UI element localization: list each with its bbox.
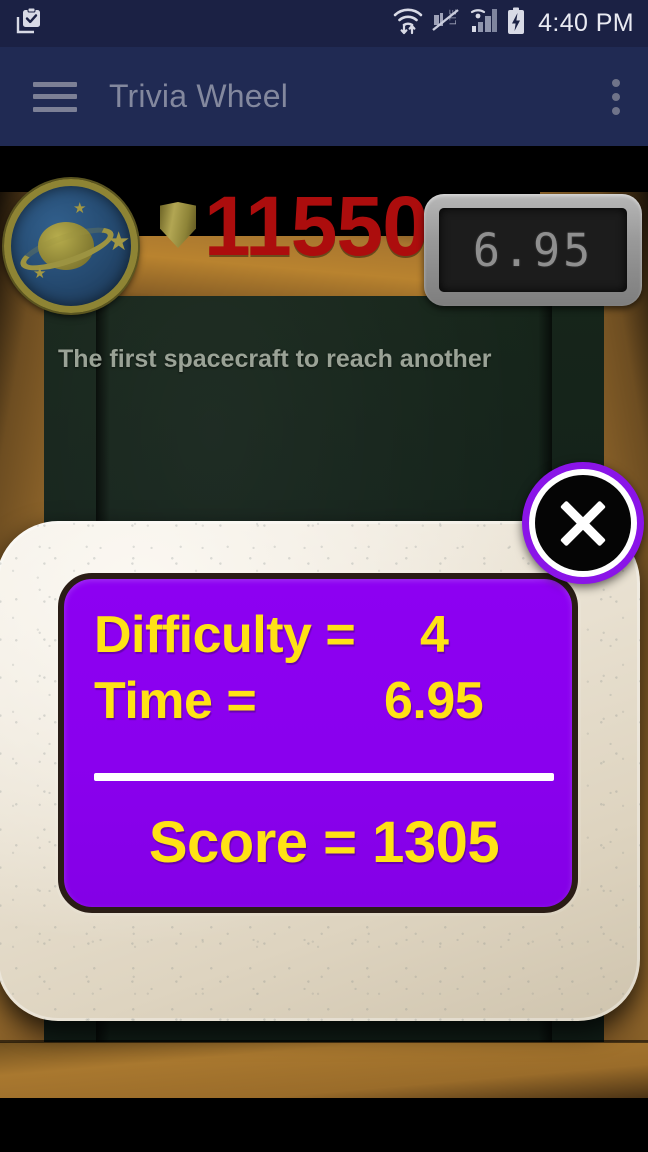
- score-result: Score = 1305: [148, 810, 500, 875]
- clipboard-check-icon: [16, 7, 42, 40]
- time-value: 6.95: [384, 672, 484, 730]
- timer-display: 6.95: [424, 194, 642, 306]
- game-background: The first spacecraft to reach another ★ …: [0, 146, 648, 1152]
- app-title: Trivia Wheel: [109, 78, 289, 114]
- result-panel: Difficulty = 4 Time = 6.95 Score = 1305: [58, 573, 578, 913]
- question-text: The first spacecraft to reach another: [58, 345, 492, 373]
- close-button-core: [535, 475, 631, 571]
- hamburger-menu-icon[interactable]: [33, 81, 77, 112]
- star-icon: ★: [33, 265, 47, 282]
- wifi-icon: [392, 6, 424, 41]
- result-dialog: Difficulty = 4 Time = 6.95 Score = 1305: [0, 521, 640, 1021]
- time-row: Time = 6.95: [94, 671, 554, 731]
- timer-lcd-screen: 6.95: [439, 208, 627, 292]
- status-bar-right: LTE 4:40 PM: [392, 6, 648, 41]
- wood-frame-bottom-ledge: [0, 1040, 648, 1098]
- overflow-menu-icon[interactable]: [612, 78, 622, 115]
- status-bar-left: [0, 7, 42, 40]
- total-score: 11550: [204, 179, 429, 273]
- divider: [94, 773, 554, 781]
- difficulty-label: Difficulty =: [94, 606, 356, 664]
- time-label: Time =: [94, 672, 257, 730]
- lte-muted-icon: LTE: [431, 7, 461, 40]
- battery-charging-icon: [505, 6, 527, 41]
- difficulty-value: 4: [420, 606, 449, 664]
- close-dialog-button[interactable]: [522, 462, 644, 584]
- status-bar-clock: 4:40 PM: [538, 9, 634, 37]
- signal-icon: [468, 6, 498, 41]
- planet-saturn-badge-icon: ★ ★ ★: [4, 179, 138, 313]
- star-icon: ★: [107, 226, 131, 256]
- app-screen: LTE 4:40 PM Trivia Wheel The first space…: [0, 0, 648, 1152]
- timer-value: 6.95: [472, 223, 594, 277]
- app-bar: Trivia Wheel: [0, 47, 648, 146]
- status-bar: LTE 4:40 PM: [0, 0, 648, 47]
- star-icon: ★: [73, 200, 87, 217]
- difficulty-row: Difficulty = 4: [94, 605, 554, 665]
